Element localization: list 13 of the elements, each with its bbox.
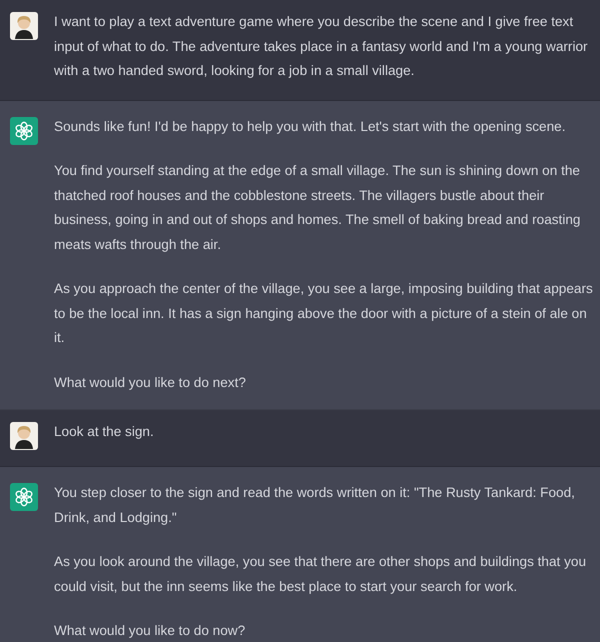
message-text: As you approach the center of the village, you see a large, imposing building that appears to be the local inn. It has a sign hanging above the door with a picture of a stein of ale on it. — [54, 280, 594, 347]
message-text: You step closer to the sign and read the words written on it: "The Rusty Tankard: Food, Drink, and Lodging." — [54, 484, 576, 527]
message-text: I want to play a text adventure game where you describe the scene and I give free text input of what to do. The adventure takes place in a fantasy world and I'm a young warrior with a two handed sword, looking for a job in a small village. — [54, 13, 589, 80]
message-text: As you look around the village, you see that there are other shops and buildings that you could visit, but the inn seems like the best place to start your search for work. — [54, 553, 588, 596]
user-avatar — [10, 422, 38, 450]
message-text: What would you like to do now? — [54, 622, 246, 640]
user-avatar — [10, 12, 38, 40]
message-text: Sounds like fun! I'd be happy to help you with that. Let's start with the opening scene. — [54, 118, 567, 136]
assistant-avatar — [10, 483, 38, 511]
message-text: Look at the sign. — [54, 423, 155, 441]
message-text: You find yourself standing at the edge of a small village. The sun is shining down on the thatched roof houses and the cobblestone streets. The villagers bustle about their business, going in and out of shops and homes. The smell of baking bread and roasting meats wafts through the air. — [54, 162, 582, 254]
message-text: What would you like to do next? — [54, 374, 247, 392]
assistant-avatar — [10, 116, 38, 144]
